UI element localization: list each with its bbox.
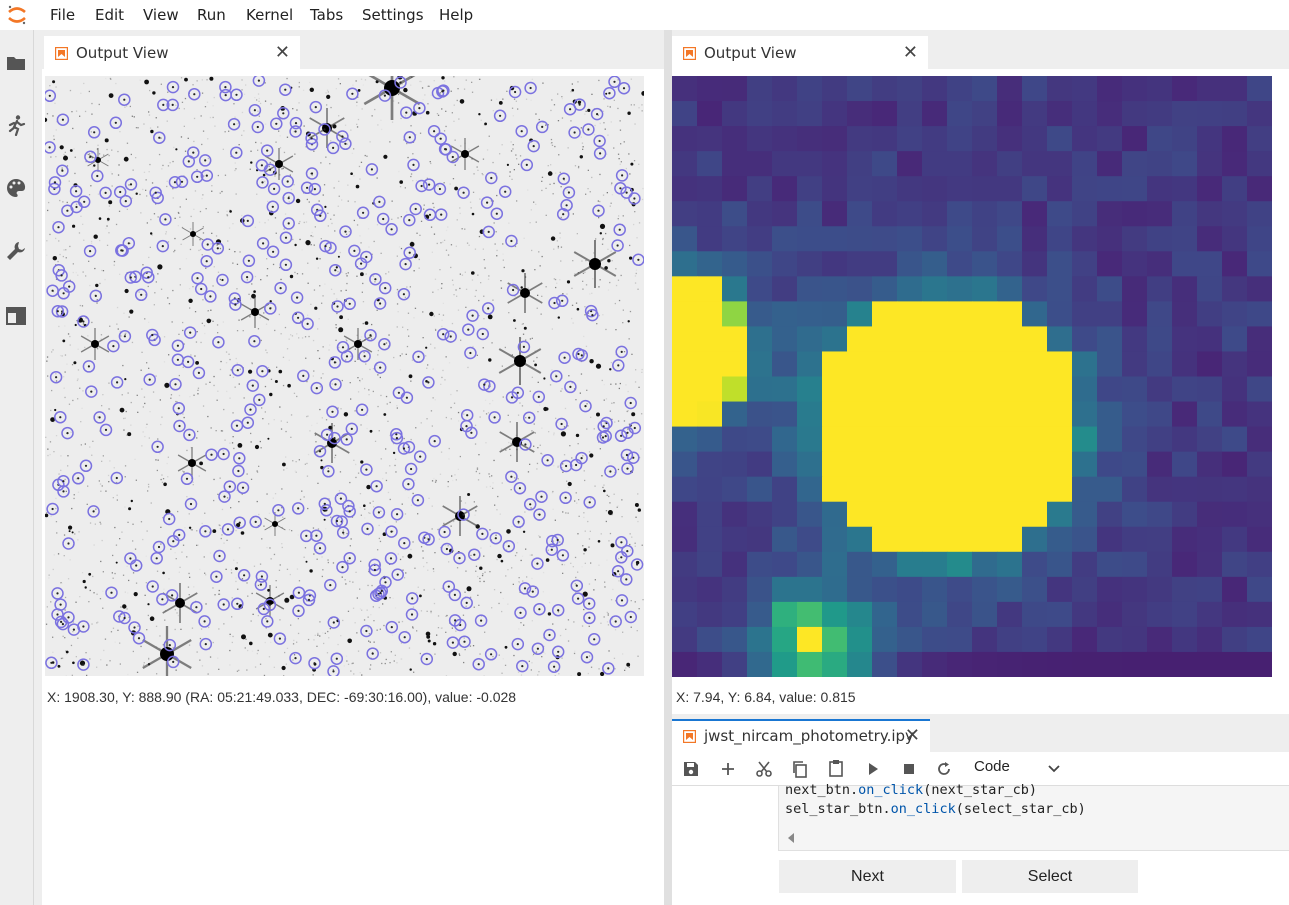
code-token: next_btn. — [785, 782, 859, 798]
divider — [44, 69, 664, 71]
close-icon[interactable]: ✕ — [275, 42, 290, 63]
save-icon[interactable] — [682, 760, 700, 778]
wrench-icon[interactable] — [5, 240, 27, 262]
close-icon[interactable]: ✕ — [903, 42, 918, 63]
tab-label: Output View — [76, 44, 169, 62]
tabs-icon[interactable] — [5, 305, 27, 327]
code-token: (next_star_cb) — [923, 782, 1037, 798]
add-cell-icon[interactable] — [719, 760, 737, 778]
chevron-down-icon[interactable] — [1047, 762, 1061, 776]
panel-splitter[interactable] — [664, 30, 672, 905]
notebook-tab[interactable]: jwst_nircam_photometry.ipy ✕ — [672, 719, 930, 752]
starfield-image[interactable] — [45, 76, 644, 676]
left-coordinate-readout: X: 1908.30, Y: 888.90 (RA: 05:21:49.033,… — [47, 689, 517, 705]
palette-icon[interactable] — [5, 177, 27, 199]
code-token: (select_star_cb) — [955, 801, 1086, 817]
menu-tabs[interactable]: Tabs — [310, 6, 343, 24]
code-token: sel_star_btn. — [785, 801, 891, 817]
menu-settings[interactable]: Settings — [362, 6, 424, 24]
paste-icon[interactable] — [827, 759, 845, 777]
notebook-toolbar: Code — [672, 752, 1289, 786]
left-sidebar — [0, 30, 34, 905]
stop-icon[interactable] — [900, 760, 918, 778]
horizontal-scrollbar[interactable] — [778, 826, 1289, 851]
cell-type-select[interactable]: Code — [974, 758, 1010, 775]
menu-view[interactable]: View — [143, 6, 179, 24]
right-output-tab[interactable]: Output View ✕ — [672, 36, 928, 69]
tab-label: jwst_nircam_photometry.ipy — [704, 727, 914, 745]
right-coordinate-readout: X: 7.94, Y: 6.84, value: 0.815 — [676, 689, 856, 705]
pixel-cutout-heatmap[interactable] — [672, 76, 1272, 677]
code-line: sel_star_btn.on_click(select_star_cb) — [785, 801, 1086, 817]
code-line: next_btn.on_click(next_star_cb) — [785, 782, 1037, 798]
output-view-icon — [55, 47, 68, 60]
menu-edit[interactable]: Edit — [95, 6, 124, 24]
run-icon[interactable] — [864, 760, 882, 778]
code-method-token: on_click — [858, 782, 924, 798]
code-cell-input[interactable]: next_btn.on_click(next_star_cb) sel_star_… — [778, 782, 1289, 827]
jupyter-logo-icon — [8, 5, 26, 25]
scroll-left-icon[interactable] — [787, 832, 795, 844]
select-button[interactable]: Select — [962, 860, 1138, 893]
menu-file[interactable]: File — [50, 6, 75, 24]
notebook-icon — [683, 730, 696, 743]
running-icon[interactable] — [5, 114, 27, 136]
tab-label: Output View — [704, 44, 797, 62]
restart-icon[interactable] — [935, 760, 953, 778]
next-button[interactable]: Next — [779, 860, 956, 893]
menu-kernel[interactable]: Kernel — [246, 6, 293, 24]
left-output-tab[interactable]: Output View ✕ — [44, 36, 300, 69]
close-icon[interactable]: ✕ — [905, 725, 920, 746]
output-view-icon — [683, 47, 696, 60]
menu-bar: File Edit View Run Kernel Tabs Settings … — [0, 0, 1289, 30]
menu-help[interactable]: Help — [439, 6, 473, 24]
copy-icon[interactable] — [791, 760, 809, 778]
menu-run[interactable]: Run — [197, 6, 226, 24]
cut-icon[interactable] — [755, 760, 773, 778]
code-method-token: on_click — [890, 801, 956, 817]
folder-icon[interactable] — [5, 52, 27, 74]
